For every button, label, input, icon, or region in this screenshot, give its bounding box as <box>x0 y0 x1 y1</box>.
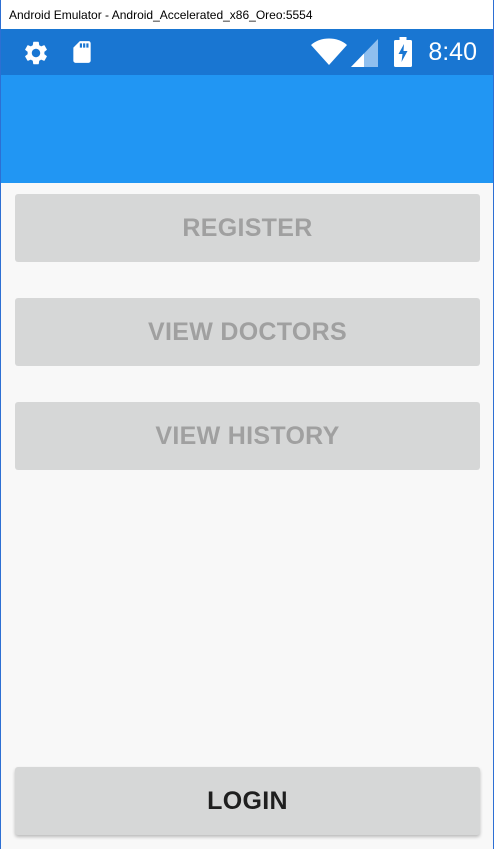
login-button[interactable]: LOGIN <box>15 767 480 835</box>
emulator-window: Android Emulator - Android_Accelerated_x… <box>0 0 494 849</box>
sd-card-icon <box>73 41 91 63</box>
view-history-button[interactable]: VIEW HISTORY <box>15 402 480 470</box>
view-doctors-button[interactable]: VIEW DOCTORS <box>15 298 480 366</box>
main-content: REGISTER VIEW DOCTORS VIEW HISTORY LOGIN <box>1 183 493 849</box>
signal-icon <box>351 39 378 67</box>
register-button[interactable]: REGISTER <box>15 194 480 262</box>
gear-icon <box>25 41 47 65</box>
status-bar: 8:40 <box>1 29 493 75</box>
battery-charging-icon <box>394 37 412 67</box>
app-toolbar <box>1 75 493 183</box>
window-title: Android Emulator - Android_Accelerated_x… <box>9 7 313 22</box>
status-bar-clock: 8:40 <box>428 38 477 66</box>
window-titlebar: Android Emulator - Android_Accelerated_x… <box>1 0 493 29</box>
wifi-icon <box>311 38 347 65</box>
